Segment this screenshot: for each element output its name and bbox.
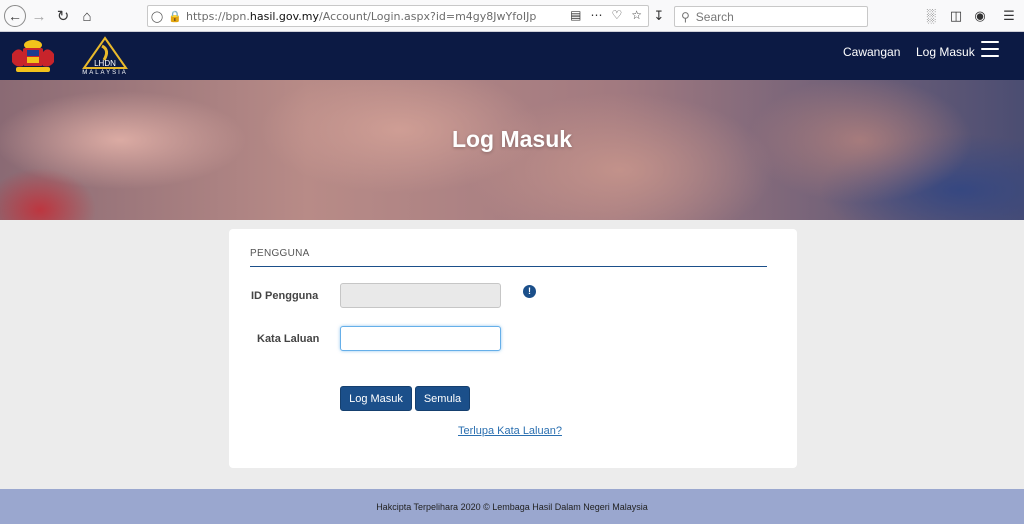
lhdn-logo-caption: MALAYSIA bbox=[82, 70, 128, 76]
section-title: PENGGUNA bbox=[250, 248, 310, 259]
reload-icon[interactable]: ↻ bbox=[52, 5, 74, 27]
search-placeholder: Search bbox=[695, 9, 734, 24]
user-id-label: ID Pengguna bbox=[251, 290, 319, 302]
menu-icon[interactable]: ☰ bbox=[1001, 8, 1017, 24]
star-icon[interactable]: ☆ bbox=[631, 8, 642, 22]
reader-view-icon[interactable]: ▤ bbox=[570, 8, 581, 22]
url-path: /Account/Login.aspx?id=m4gy8JwYfoIJptkdo… bbox=[319, 9, 536, 23]
shield-icon[interactable]: ◯ bbox=[148, 6, 166, 26]
library-icon[interactable]: ░ bbox=[923, 8, 939, 24]
pocket-icon[interactable]: ♡ bbox=[611, 8, 622, 22]
lock-icon[interactable]: 🔒 bbox=[166, 6, 184, 26]
login-button[interactable]: Log Masuk bbox=[340, 386, 412, 411]
nav-link-cawangan[interactable]: Cawangan bbox=[843, 45, 900, 59]
malaysia-crest-logo[interactable] bbox=[8, 36, 58, 76]
hero-banner: Log Masuk bbox=[0, 80, 1024, 220]
reset-button[interactable]: Semula bbox=[415, 386, 470, 411]
copyright-text: Hakcipta Terpelihara 2020 © Lembaga Hasi… bbox=[376, 501, 648, 512]
account-icon[interactable]: ◉ bbox=[972, 8, 988, 24]
forward-arrow-icon[interactable]: → bbox=[28, 5, 50, 27]
browser-search-input[interactable]: ⚲ Search bbox=[674, 6, 868, 27]
nav-link-log-masuk[interactable]: Log Masuk bbox=[916, 45, 975, 59]
search-icon: ⚲ bbox=[681, 9, 690, 24]
more-dots-icon[interactable]: ⋯ bbox=[590, 8, 602, 22]
user-id-input[interactable] bbox=[340, 283, 501, 308]
login-card: PENGGUNA ID Pengguna ! Kata Laluan Log M… bbox=[229, 229, 797, 468]
url-prefix: https://bpn. bbox=[186, 9, 250, 23]
password-label: Kata Laluan bbox=[257, 333, 320, 345]
url-domain: hasil.gov.my bbox=[249, 9, 320, 23]
password-input[interactable] bbox=[340, 326, 501, 351]
sidebar-icon[interactable]: ◫ bbox=[948, 8, 964, 24]
forgot-password-link[interactable]: Terlupa Kata Laluan? bbox=[458, 425, 562, 437]
download-icon[interactable]: ↧ bbox=[651, 8, 667, 24]
footer: Hakcipta Terpelihara 2020 © Lembaga Hasi… bbox=[0, 489, 1024, 524]
url-text[interactable]: https://bpn.hasil.gov.my/Account/Login.a… bbox=[186, 10, 536, 23]
address-bar[interactable]: ◯ 🔒 https://bpn.hasil.gov.my/Account/Log… bbox=[147, 5, 649, 27]
info-icon[interactable]: ! bbox=[523, 285, 536, 298]
back-arrow-icon[interactable]: ← bbox=[4, 5, 26, 27]
home-icon[interactable]: ⌂ bbox=[76, 5, 98, 27]
browser-toolbar: ← → ↻ ⌂ ◯ 🔒 https://bpn.hasil.gov.my/Acc… bbox=[0, 0, 1024, 32]
lhdn-logo-letters: LHDN bbox=[94, 59, 116, 68]
page-title: Log Masuk bbox=[451, 126, 573, 152]
hamburger-menu-icon[interactable] bbox=[981, 41, 999, 57]
section-divider bbox=[250, 266, 767, 267]
